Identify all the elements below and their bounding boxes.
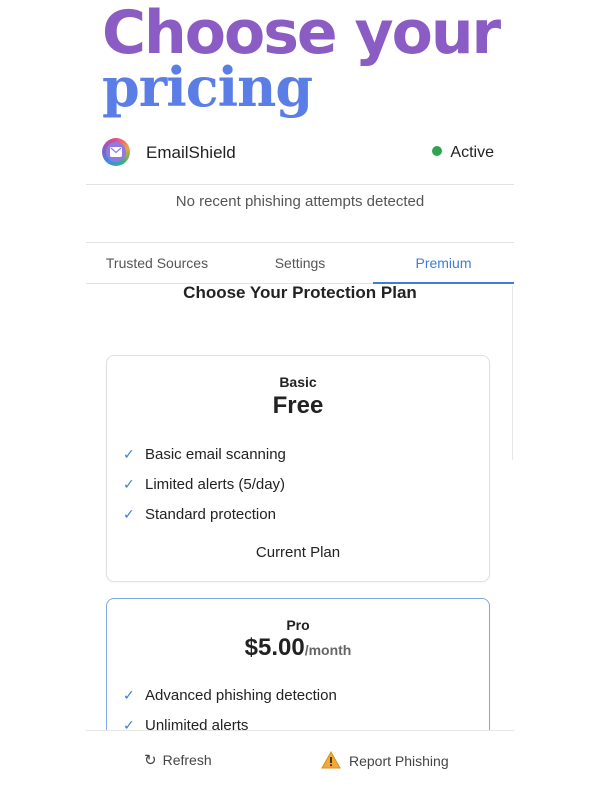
status-label: Active <box>450 144 494 161</box>
feature-item: ✓ Basic email scanning <box>123 444 286 474</box>
feature-item: ✓ Standard protection <box>123 504 286 534</box>
panel-header: EmailShield Active <box>86 130 514 185</box>
feature-label: Advanced phishing detection <box>145 687 337 704</box>
status-dot-icon <box>432 146 443 156</box>
feature-label: Basic email scanning <box>145 446 286 463</box>
report-label: Report Phishing <box>349 753 449 769</box>
refresh-button[interactable]: ↻ Refresh <box>144 751 212 769</box>
plan-price: $5.00/month <box>107 634 489 662</box>
price-unit: /month <box>304 642 352 658</box>
plan-name: Basic <box>279 374 317 390</box>
refresh-label: Refresh <box>162 752 212 768</box>
scroll-divider <box>512 286 513 460</box>
check-icon: ✓ <box>123 687 135 703</box>
phishing-notice: No recent phishing attempts detected <box>86 185 514 243</box>
hero-headline: Choose your pricing <box>102 0 501 119</box>
tab-settings[interactable]: Settings <box>229 243 371 283</box>
feature-label: Limited alerts (5/day) <box>145 476 286 493</box>
extension-panel: EmailShield Active No recent phishing at… <box>86 130 514 800</box>
plan-price: Free <box>272 392 324 419</box>
refresh-icon: ↻ <box>144 752 157 769</box>
tab-trusted-sources[interactable]: Trusted Sources <box>86 243 228 283</box>
warning-icon <box>321 750 341 772</box>
current-plan-label: Current Plan <box>255 544 341 561</box>
app-name: EmailShield <box>146 143 236 162</box>
tab-bar: Trusted Sources Settings Premium <box>86 243 514 284</box>
hero-line-2: pricing <box>102 55 313 119</box>
plan-name: Pro <box>286 617 310 633</box>
app-logo <box>102 138 130 166</box>
envelope-icon <box>106 142 126 162</box>
page: Choose your pricing EmailShield Active N… <box>0 0 600 800</box>
check-icon: ✓ <box>123 446 135 462</box>
check-icon: ✓ <box>123 506 135 522</box>
feature-list: ✓ Basic email scanning ✓ Limited alerts (5… <box>123 444 286 534</box>
section-title: Choose Your Protection Plan <box>183 283 417 302</box>
tab-premium[interactable]: Premium <box>373 243 514 284</box>
price-amount: $5.00 <box>244 634 305 661</box>
feature-item: ✓ Limited alerts (5/day) <box>123 474 286 504</box>
feature-item: ✓ Advanced phishing detection <box>123 685 337 715</box>
panel-footer: ↻ Refresh Report Phishing <box>86 730 514 800</box>
feature-label: Standard protection <box>145 506 276 523</box>
report-phishing-button[interactable]: Report Phishing <box>321 750 449 772</box>
status-indicator: Active <box>432 144 494 162</box>
check-icon: ✓ <box>123 476 135 492</box>
plan-card-basic[interactable]: Basic Free ✓ Basic email scanning ✓ Limite… <box>106 355 490 582</box>
